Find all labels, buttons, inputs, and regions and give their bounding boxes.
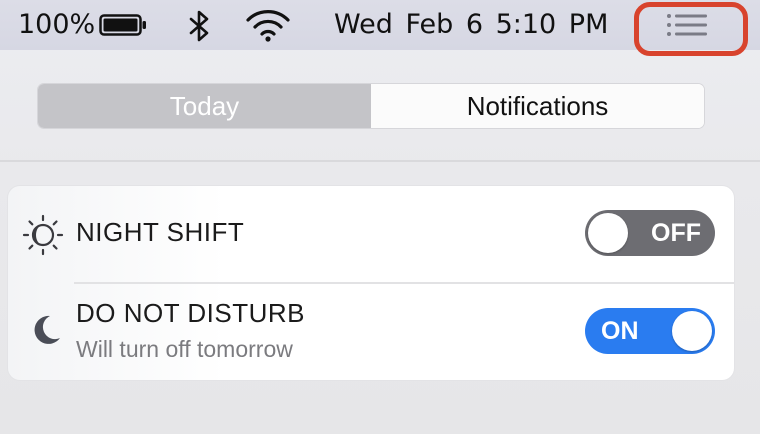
do-not-disturb-subtitle: Will turn off tomorrow <box>76 336 293 362</box>
night-shift-icon <box>22 214 64 256</box>
battery-icon[interactable] <box>99 14 147 36</box>
do-not-disturb-title: DO NOT DISTURB <box>76 298 305 328</box>
notification-center-tabs: Today Notifications <box>38 84 704 128</box>
moon-icon <box>34 315 60 344</box>
notification-center-screen: 100% Wed Feb 6 5:10 PM Today Notificatio… <box>0 0 760 434</box>
night-shift-toggle[interactable]: OFF <box>585 210 715 256</box>
quick-toggles-widget: NIGHT SHIFT OFF DO NOT DISTURB Will turn… <box>8 186 734 380</box>
menu-bar: 100% Wed Feb 6 5:10 PM <box>0 0 760 56</box>
row-divider <box>74 282 734 284</box>
highlight-annotation <box>634 2 748 56</box>
night-shift-title: NIGHT SHIFT <box>76 217 245 247</box>
do-not-disturb-toggle[interactable]: ON <box>585 308 715 354</box>
bluetooth-icon[interactable] <box>186 9 214 43</box>
toggle-knob <box>672 311 712 351</box>
night-shift-toggle-state: OFF <box>651 219 701 247</box>
battery-percentage: 100% <box>18 9 96 40</box>
wifi-icon[interactable] <box>245 8 291 42</box>
do-not-disturb-toggle-state: ON <box>601 317 639 345</box>
tab-today[interactable]: Today <box>38 84 371 128</box>
tab-notifications[interactable]: Notifications <box>371 84 704 128</box>
toggle-knob <box>588 213 628 253</box>
section-divider <box>0 160 760 162</box>
menu-bar-clock[interactable]: Wed Feb 6 5:10 PM <box>334 9 608 41</box>
